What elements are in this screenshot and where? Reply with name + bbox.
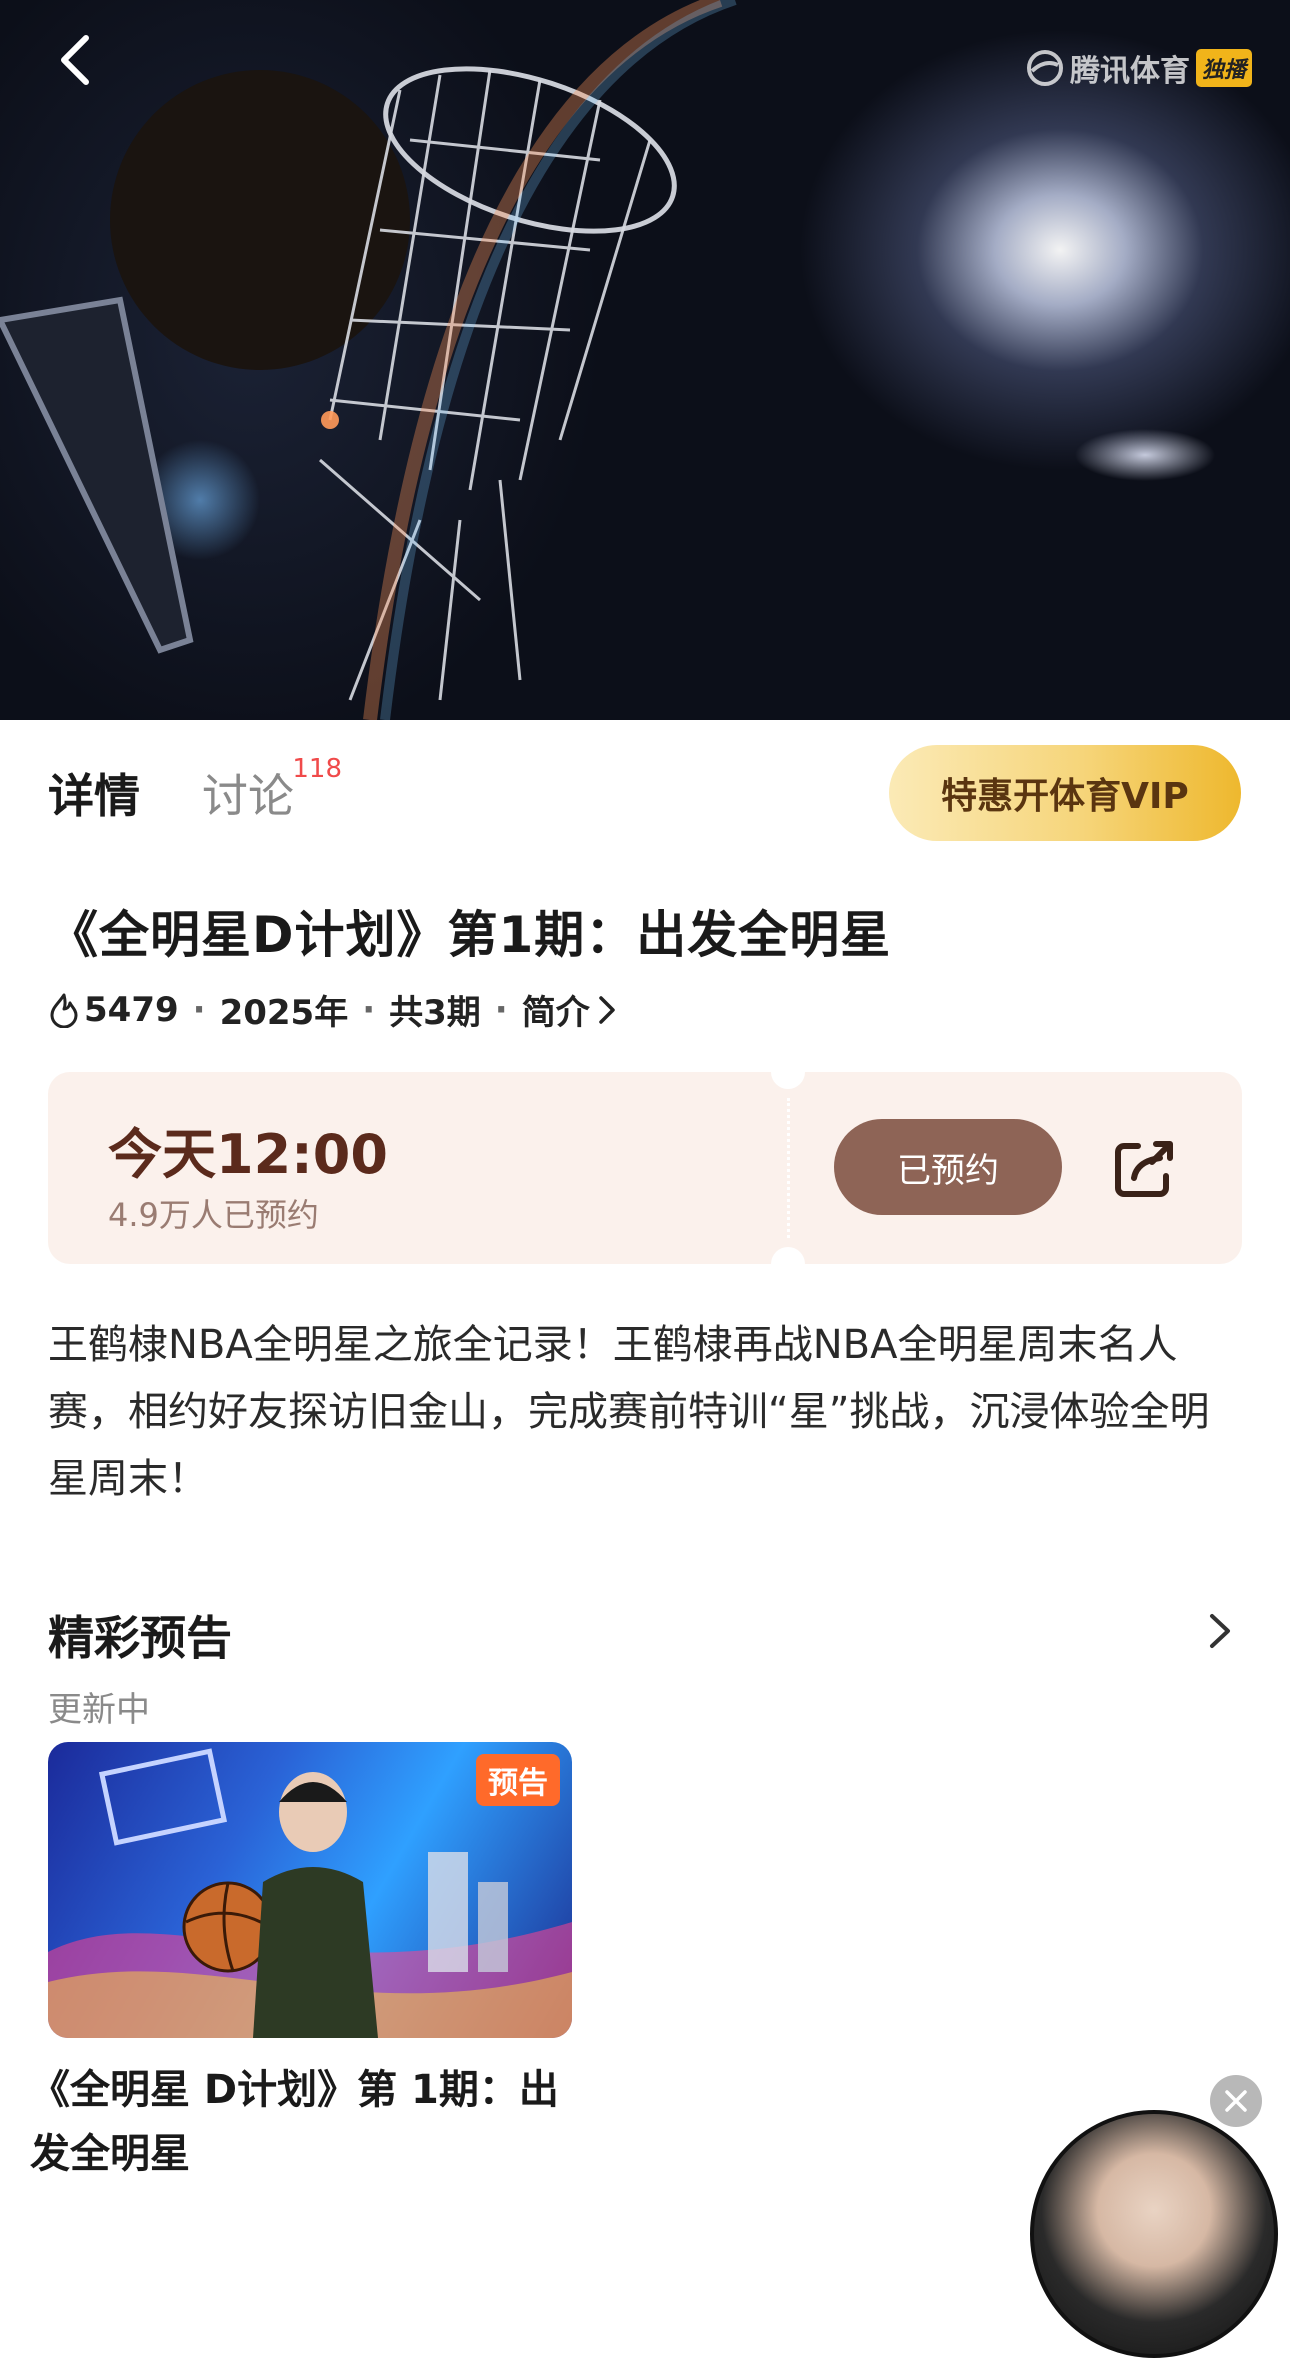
show-meta: 5479 · 2025年 · 共3期 · 简介: [48, 985, 616, 1034]
back-arrow-icon: [61, 35, 89, 85]
ticket-notch: [771, 1247, 805, 1281]
tab-details-label: 详情: [48, 769, 140, 823]
ticket-notch: [771, 1055, 805, 1089]
show-title: 《全明星D计划》第1期：出发全明星: [48, 906, 892, 964]
heat-count: 5479: [84, 989, 179, 1030]
preview-badge: 预告: [476, 1754, 560, 1806]
intro-label: 简介: [521, 993, 590, 1033]
episode-title[interactable]: 《全明星 D计划》第 1期：出发全明星: [30, 2058, 590, 2186]
episode-count: 共3期: [389, 993, 481, 1033]
release-year: 2025年: [219, 993, 349, 1033]
discussion-count-badge: 118: [292, 754, 342, 784]
back-button[interactable]: [44, 30, 104, 90]
basketball-hoop-illustration: [0, 0, 737, 720]
vip-button[interactable]: 特惠开体育VIP: [889, 745, 1241, 841]
meta-separator: ·: [494, 989, 508, 1030]
meta-separator: ·: [192, 989, 206, 1030]
section-more-button[interactable]: [1198, 1608, 1240, 1654]
share-button[interactable]: [1108, 1132, 1180, 1204]
reserved-button[interactable]: 已预约: [834, 1119, 1062, 1215]
broadcast-time: 今天12:00: [108, 1123, 388, 1186]
chevron-right-icon: [1210, 1614, 1230, 1648]
chevron-right-icon: [598, 995, 615, 1024]
section-subtitle: 更新中: [48, 1690, 150, 1730]
tab-bar: 详情 讨论 118: [48, 754, 342, 826]
close-floating-button[interactable]: [1210, 2075, 1262, 2127]
hero-image: 腾讯体育 独播: [0, 0, 1290, 720]
flame-icon: [50, 993, 78, 1028]
meta-separator: ·: [362, 989, 376, 1030]
intro-link[interactable]: 简介: [522, 985, 616, 1034]
brand-tag: 独播: [1195, 49, 1252, 87]
tab-details[interactable]: 详情: [48, 760, 140, 826]
booking-card: 今天12:00 4.9万人已预约 已预约: [48, 1055, 1242, 1281]
tab-discussion-label: 讨论: [202, 769, 294, 823]
brand-watermark: 腾讯体育 独播: [1026, 46, 1252, 90]
brand-name: 腾讯体育: [1069, 54, 1190, 89]
floating-video-avatar[interactable]: [1030, 2110, 1278, 2358]
brand-logo-icon: [1026, 50, 1063, 86]
episode-thumbnail[interactable]: 预告: [48, 1742, 572, 2038]
tab-discussion[interactable]: 讨论 118: [202, 754, 342, 826]
reservation-count: 4.9万人已预约: [108, 1196, 319, 1234]
show-description: 王鹤棣NBA全明星之旅全记录！王鹤棣再战NBA全明星周末名人赛，相约好友探访旧金…: [48, 1322, 1210, 1502]
share-icon: [1115, 1141, 1173, 1197]
close-icon: [1225, 2090, 1247, 2112]
ticket-divider: [787, 1098, 790, 1238]
section-title: 精彩预告: [48, 1611, 232, 1665]
